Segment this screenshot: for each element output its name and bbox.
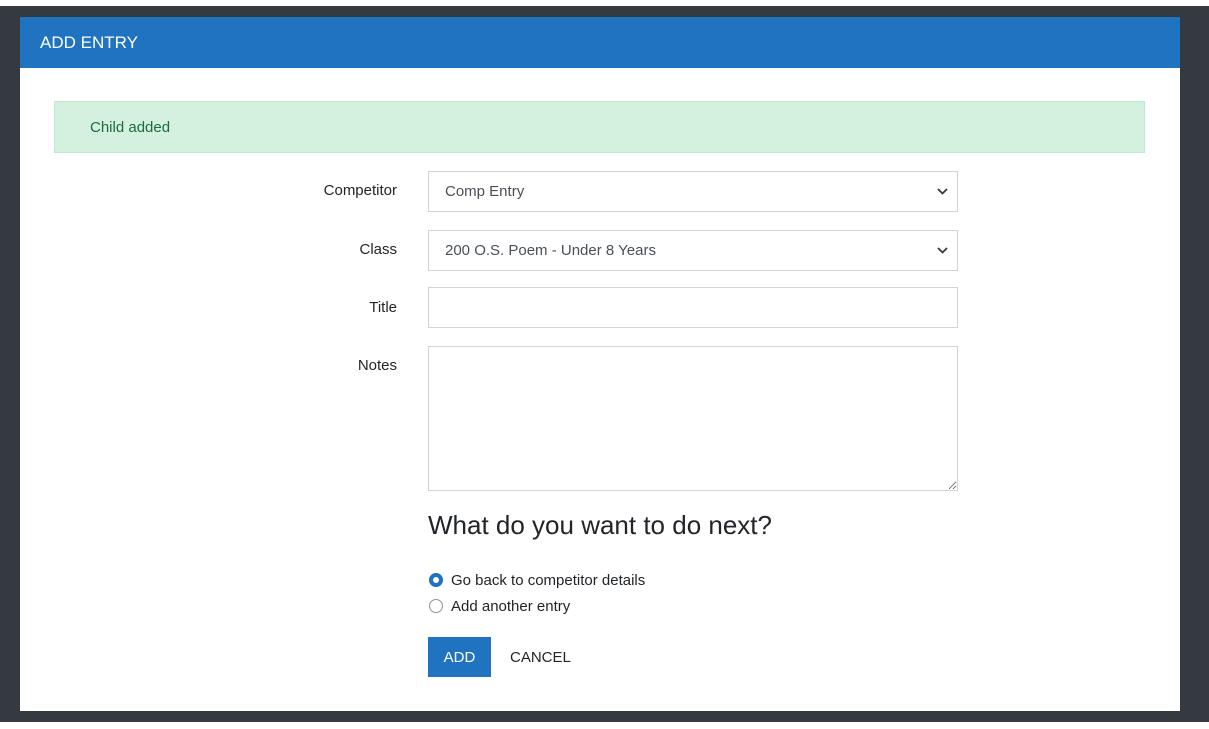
class-label: Class xyxy=(359,241,397,258)
chevron-down-icon xyxy=(935,231,949,270)
radio-unchecked-icon[interactable] xyxy=(429,599,443,613)
class-select-value: 200 O.S. Poem - Under 8 Years xyxy=(445,242,656,259)
option-add-another[interactable]: Add another entry xyxy=(428,595,570,617)
add-button[interactable]: ADD xyxy=(428,637,491,677)
modal-title: ADD ENTRY xyxy=(40,33,138,52)
notes-textarea[interactable] xyxy=(428,346,958,491)
modal-header: ADD ENTRY xyxy=(20,17,1180,68)
option-add-another-label: Add another entry xyxy=(451,597,571,615)
competitor-label: Competitor xyxy=(323,182,397,199)
option-go-back-label: Go back to competitor details xyxy=(451,571,646,589)
chevron-down-icon xyxy=(935,172,949,211)
radio-checked-icon[interactable] xyxy=(429,573,443,587)
competitor-select[interactable]: Comp Entry xyxy=(428,171,958,212)
title-input[interactable] xyxy=(428,287,958,328)
alert-message: Child added xyxy=(90,119,171,136)
page-bottom-strip xyxy=(0,722,1209,729)
notes-label: Notes xyxy=(357,357,397,374)
option-go-back[interactable]: Go back to competitor details xyxy=(428,569,645,591)
title-label: Title xyxy=(369,299,397,316)
competitor-select-value: Comp Entry xyxy=(445,183,525,200)
class-select[interactable]: 200 O.S. Poem - Under 8 Years xyxy=(428,230,958,271)
cancel-button[interactable]: CANCEL xyxy=(498,637,583,677)
next-step-heading: What do you want to do next? xyxy=(428,510,772,540)
success-alert: Child added xyxy=(54,101,1145,153)
add-entry-modal: ADD ENTRY Child added Competitor Comp En… xyxy=(20,17,1180,711)
page-top-strip xyxy=(0,0,1209,6)
